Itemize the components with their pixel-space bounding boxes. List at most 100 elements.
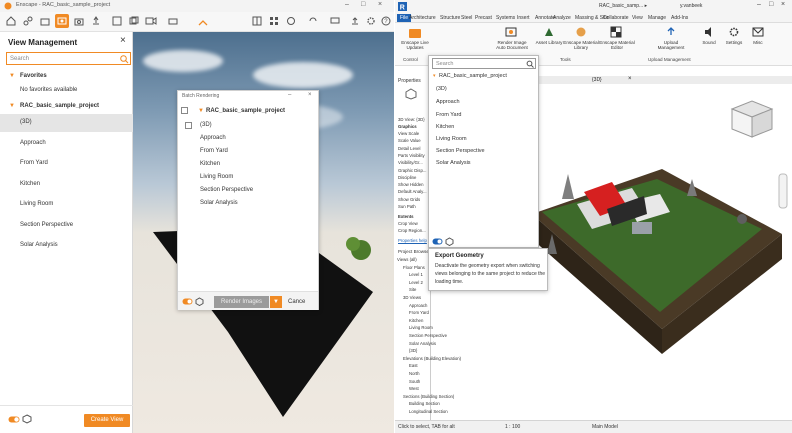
prop-row[interactable]: View Scale: [398, 131, 419, 136]
materials-icon[interactable]: [284, 14, 298, 28]
export-icon[interactable]: [89, 14, 103, 28]
user-name[interactable]: y.vanbeek: [680, 3, 702, 9]
view-item-kitchen[interactable]: Kitchen: [0, 176, 133, 194]
render-options-chevron-icon[interactable]: ▼: [270, 296, 282, 308]
render-image-icon[interactable]: [505, 26, 517, 38]
browser-item[interactable]: Approach: [409, 303, 427, 308]
expand-arrow-icon[interactable]: ▾: [433, 73, 436, 79]
prop-row[interactable]: Parts Visibility: [398, 153, 425, 158]
close-icon[interactable]: ×: [308, 92, 312, 98]
batch-view-item[interactable]: From Yard: [200, 148, 228, 154]
view-search-input[interactable]: Search: [6, 52, 131, 65]
view-item-section-perspective[interactable]: Section Perspective: [0, 217, 133, 235]
batch-view-item[interactable]: Solar Analysis: [200, 200, 238, 206]
browser-item[interactable]: Kitchen: [409, 318, 423, 323]
cancel-button[interactable]: Cance: [288, 296, 305, 308]
browser-item[interactable]: Living Room: [409, 325, 433, 330]
material-editor-icon[interactable]: [610, 26, 622, 38]
browser-item[interactable]: Section Perspective: [409, 333, 447, 338]
geometry-export-icon[interactable]: [195, 297, 204, 306]
browser-item[interactable]: Building Section: [409, 401, 440, 406]
view-checkbox[interactable]: [185, 122, 192, 129]
dropdown-view-item[interactable]: (3D): [436, 86, 447, 92]
minimize-icon[interactable]: –: [757, 1, 761, 8]
view-scale[interactable]: 1 : 100: [505, 424, 520, 430]
tab-3d[interactable]: {3D}: [592, 77, 602, 83]
view-item-living-room[interactable]: Living Room: [0, 196, 133, 214]
help-icon[interactable]: ?: [379, 14, 393, 28]
sound-icon[interactable]: [703, 26, 715, 38]
browser-item[interactable]: Longitudinal Section: [409, 409, 448, 414]
prop-row[interactable]: Show Hidden: [398, 182, 424, 187]
view-management-icon[interactable]: [55, 14, 69, 28]
browser-item[interactable]: Site: [409, 287, 416, 292]
tab-close-icon[interactable]: ×: [628, 76, 632, 82]
view-item-solar-analysis[interactable]: Solar Analysis: [0, 237, 133, 255]
material-library-icon[interactable]: [575, 26, 587, 38]
settings-gear-icon[interactable]: [364, 14, 378, 28]
menu-precast[interactable]: Precast: [475, 15, 492, 21]
upload-icon[interactable]: [665, 26, 677, 38]
batch-view-item[interactable]: Section Perspective: [200, 187, 253, 193]
browser-item[interactable]: North: [409, 371, 420, 376]
browser-item[interactable]: Level 1: [409, 272, 423, 277]
geometry-export-icon[interactable]: [445, 237, 454, 246]
panorama-icon[interactable]: [166, 14, 180, 28]
menu-analyze[interactable]: Analyze: [553, 15, 571, 21]
menu-structure[interactable]: Structure: [440, 15, 460, 21]
menu-add-ins[interactable]: Add-Ins: [671, 15, 688, 21]
toggle-icon[interactable]: [8, 416, 20, 423]
sync-icon[interactable]: [306, 14, 320, 28]
views-icon[interactable]: [250, 14, 264, 28]
menu-systems[interactable]: Systems: [496, 15, 515, 21]
search-icon[interactable]: [526, 60, 534, 68]
model-selector[interactable]: Main Model: [592, 424, 618, 430]
camera-icon[interactable]: [72, 14, 86, 28]
render-images-button[interactable]: Render Images: [214, 296, 269, 308]
menu-steel[interactable]: Steel: [461, 15, 472, 21]
dropdown-view-item[interactable]: Solar Analysis: [436, 160, 471, 166]
select-all-checkbox[interactable]: [181, 107, 188, 114]
dropdown-view-item[interactable]: Approach: [436, 99, 460, 105]
expand-arrow-icon[interactable]: ▼: [198, 108, 204, 114]
menu-view[interactable]: View: [632, 15, 643, 21]
prop-row[interactable]: Visibility/Gr...: [398, 160, 423, 165]
close-icon[interactable]: ×: [378, 1, 382, 8]
dropdown-view-item[interactable]: Section Perspective: [436, 148, 485, 154]
enscape-live-icon[interactable]: [408, 27, 422, 39]
browser-item[interactable]: Elevations (Building Elevation): [403, 356, 461, 361]
browser-item[interactable]: South: [409, 379, 420, 384]
browser-item[interactable]: Sections (Building Section): [403, 394, 454, 399]
batch-view-item[interactable]: Kitchen: [200, 161, 220, 167]
batch-render-icon[interactable]: [127, 14, 141, 28]
toggle-icon[interactable]: [182, 298, 193, 305]
create-view-button[interactable]: Create View: [84, 414, 130, 427]
menu-insert[interactable]: Insert: [517, 15, 530, 21]
asset-library-icon[interactable]: [543, 26, 555, 38]
settings-gear-icon[interactable]: [728, 26, 740, 38]
toggle-icon[interactable]: [432, 238, 443, 245]
browser-item[interactable]: East: [409, 363, 418, 368]
browser-item[interactable]: Solar Analysis: [409, 341, 436, 346]
minimize-icon[interactable]: –: [345, 1, 349, 8]
folder-icon[interactable]: [38, 14, 52, 28]
menu-architecture[interactable]: Architecture: [409, 15, 436, 21]
misc-icon[interactable]: [752, 26, 764, 38]
prop-row[interactable]: Show Grids: [398, 197, 420, 202]
navigation-bar[interactable]: [778, 173, 788, 209]
dropdown-view-item[interactable]: Kitchen: [436, 124, 454, 130]
panel-close-icon[interactable]: ×: [120, 35, 126, 46]
batch-view-item[interactable]: (3D): [200, 122, 212, 128]
prop-row[interactable]: Default Analy...: [398, 189, 427, 194]
assets-icon[interactable]: [267, 14, 281, 28]
prop-row[interactable]: Crop Region...: [398, 228, 426, 233]
prop-row[interactable]: Graphic Disp...: [398, 168, 426, 173]
browser-item[interactable]: Views (all): [397, 257, 417, 262]
prop-row[interactable]: Detail Level: [398, 146, 420, 151]
properties-help-link[interactable]: Properties help: [398, 238, 427, 243]
screenshot-icon[interactable]: [110, 14, 124, 28]
collapse-arrow-icon[interactable]: ▼: [9, 73, 15, 79]
batch-view-item[interactable]: Living Room: [200, 174, 233, 180]
view-item-approach[interactable]: Approach: [0, 135, 133, 153]
chat-icon[interactable]: [328, 14, 342, 28]
